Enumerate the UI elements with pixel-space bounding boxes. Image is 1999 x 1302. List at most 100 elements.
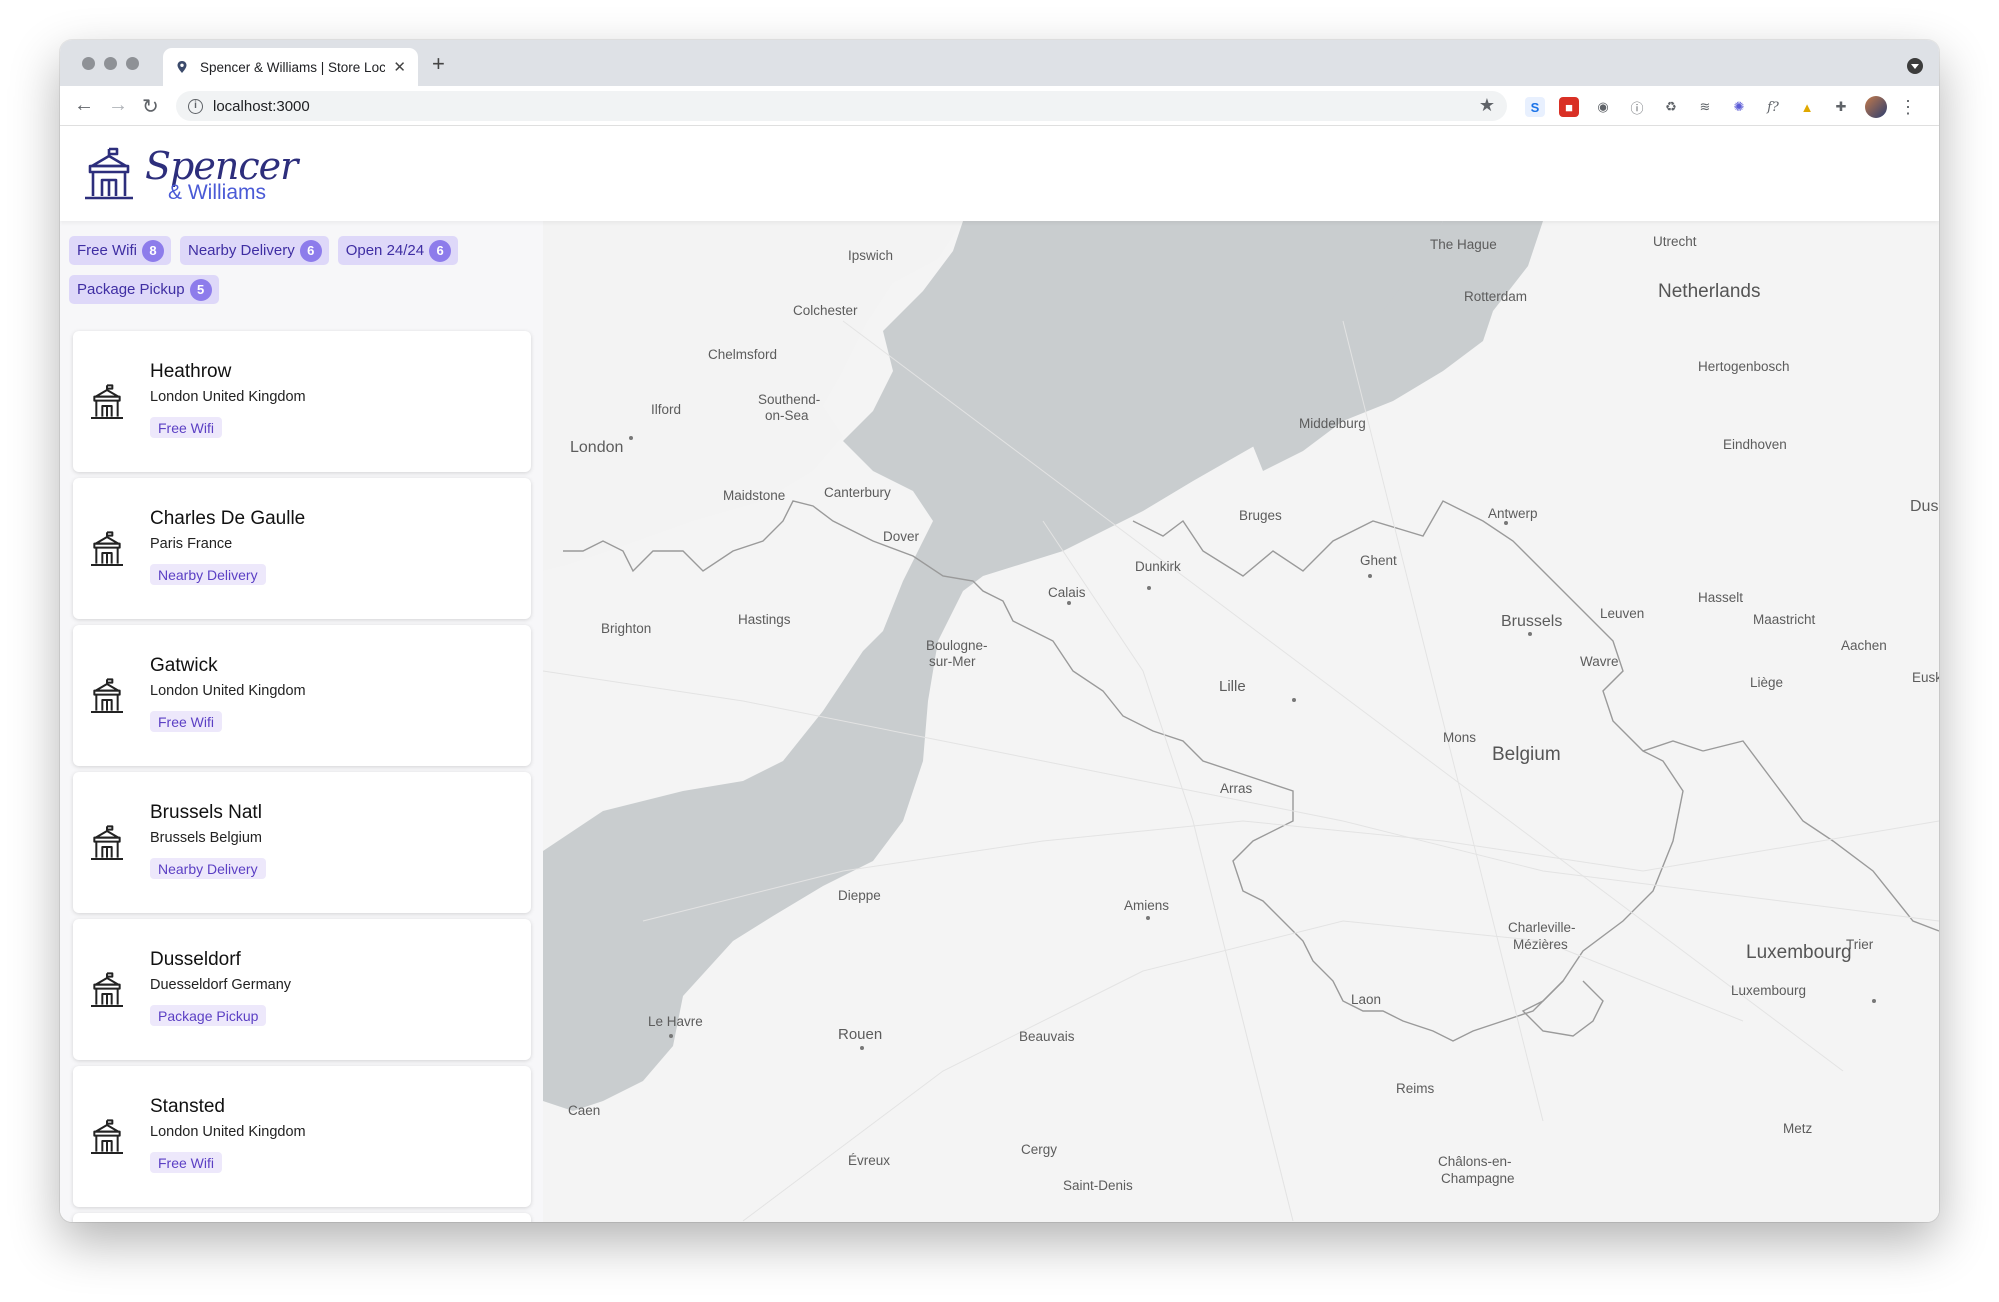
site-info-icon[interactable]: i [188,98,203,114]
map-country-label: Netherlands [1658,281,1761,302]
filter-chip-free-wifi[interactable]: Free Wifi 8 [69,236,171,265]
map-city-label: Middelburg [1299,416,1366,431]
store-building-icon [85,147,133,200]
store-building-icon [91,972,123,1007]
page-content: Spencer & Williams Free Wifi 8 Nearby De… [60,126,1939,1222]
browser-titlebar: Spencer & Williams | Store Loc ✕ + [60,40,1939,86]
extension-s-icon[interactable]: S [1525,97,1545,117]
store-card[interactable]: Brussels Natl Brussels Belgium Nearby De… [73,772,531,913]
store-name: Stansted [150,1096,225,1117]
store-card[interactable]: Gatwick London United Kingdom Free Wifi [73,625,531,766]
tab-title: Spencer & Williams | Store Loc [200,59,386,75]
map-city-label: Hertogenbosch [1698,359,1790,374]
store-card[interactable]: Dusseldorf Duesseldorf Germany Package P… [73,919,531,1060]
map-city-label: Wavre [1580,654,1619,669]
map-city-label: Beauvais [1019,1029,1075,1044]
store-location: London United Kingdom [150,1124,306,1140]
url-text: localhost:3000 [213,97,310,115]
store-location: London United Kingdom [150,683,306,699]
address-bar[interactable]: i localhost:3000 ★ [176,91,1507,121]
tab-search-icon[interactable] [1907,58,1923,74]
filter-label: Free Wifi [77,242,137,259]
map-city-label: Ghent [1360,553,1397,568]
map-city-label: Caen [568,1103,601,1118]
store-card[interactable]: Stansted London United Kingdom Free Wifi [73,1066,531,1207]
filter-label: Nearby Delivery [188,242,295,259]
map-city-label: London [570,439,624,456]
close-tab-icon[interactable]: ✕ [393,58,406,76]
map-city-label: Canterbury [824,485,891,500]
filter-count-badge: 8 [142,239,164,262]
store-location: Paris France [150,536,233,552]
map-city-label: The Hague [1430,237,1497,252]
map-city-label: Reims [1396,1081,1435,1096]
map-city-label: Maidstone [723,488,786,503]
store-name: Heathrow [150,361,232,382]
filter-chip-open-24[interactable]: Open 24/24 6 [337,236,459,265]
map-city-label: Amiens [1124,898,1170,913]
map-city-label: on-Sea [765,408,809,423]
store-feature-tag: Free Wifi [150,711,222,732]
extension-eye-icon[interactable]: ◉ [1593,97,1613,117]
map-city-label: Évreux [848,1153,891,1168]
store-feature-tag: Free Wifi [150,417,222,438]
maximize-window-button[interactable] [126,57,139,70]
store-feature-tag: Package Pickup [150,1005,267,1026]
map-city-label: Ilford [651,402,682,417]
browser-window: Spencer & Williams | Store Loc ✕ + ← → ↻… [60,40,1939,1222]
map-city-dot [1147,586,1151,590]
extension-red-icon[interactable]: ■ [1559,97,1579,117]
extension-recycle-icon[interactable]: ♻ [1661,97,1681,117]
store-building-icon [91,825,123,860]
store-name: Gatwick [150,655,218,676]
map-city-label: Colchester [793,303,858,318]
filter-count-badge: 5 [189,278,212,301]
back-arrow-icon[interactable]: ← [74,94,94,117]
map-city-label: Dieppe [838,888,881,903]
minimize-window-button[interactable] [104,57,117,70]
bookmark-star-icon[interactable]: ★ [1479,95,1495,116]
map-city-label: Hastings [738,612,791,627]
store-sidebar: Free Wifi 8 Nearby Delivery 6 Open 24/24… [60,221,543,1222]
extension-info-icon[interactable]: ⓘ [1627,97,1647,117]
filter-count-badge: 6 [299,239,322,262]
store-name: Brussels Natl [150,802,262,823]
map-city-dot [629,436,633,440]
map-city-label: Dunkirk [1135,559,1181,574]
close-window-button[interactable] [82,57,95,70]
map-city-dot [1504,521,1508,525]
map-city-dot [1872,999,1876,1003]
map-city-label: Metz [1783,1121,1813,1136]
map-country-label: Belgium [1492,744,1561,765]
extension-layers-icon[interactable]: ≋ [1695,97,1715,117]
extension-function-icon[interactable]: f? [1763,97,1783,117]
store-map[interactable]: The Hague Utrecht Rotterdam Hertogenbosc… [543,221,1939,1222]
filter-chip-package-pickup[interactable]: Package Pickup 5 [69,275,219,304]
map-city-label: Cergy [1021,1142,1058,1157]
store-card[interactable]: Charles De Gaulle Paris France Nearby De… [73,478,531,619]
reload-icon[interactable]: ↻ [142,94,159,119]
store-location: London United Kingdom [150,389,306,405]
filter-chips: Free Wifi 8 Nearby Delivery 6 Open 24/24… [69,236,509,304]
store-card[interactable]: Heathrow London United Kingdom Free Wifi [73,331,531,472]
filter-chip-nearby-delivery[interactable]: Nearby Delivery 6 [180,236,329,265]
map-city-label: Arras [1220,781,1253,796]
forward-arrow-icon[interactable]: → [108,94,128,117]
profile-avatar[interactable] [1865,96,1887,118]
map-city-label: Mézières [1513,937,1568,952]
map-city-dot [1528,632,1532,636]
map-city-dot [1067,601,1071,605]
brand-logo-subtitle: & Williams [168,181,266,204]
map-city-label: Aachen [1841,638,1887,653]
map-city-label: Calais [1048,585,1086,600]
browser-menu-icon[interactable]: ⋮ [1899,97,1917,118]
map-city-label: Utrecht [1653,234,1697,249]
browser-tab[interactable]: Spencer & Williams | Store Loc ✕ [163,48,418,86]
extension-bell-icon[interactable]: ▲ [1797,97,1817,117]
map-city-dot [860,1046,864,1050]
map-city-label: Dusse [1910,498,1939,515]
store-card[interactable] [73,1213,531,1222]
new-tab-button[interactable]: + [432,51,445,77]
extensions-puzzle-icon[interactable]: ✚ [1831,97,1851,117]
extension-react-icon[interactable]: ✺ [1729,97,1749,117]
